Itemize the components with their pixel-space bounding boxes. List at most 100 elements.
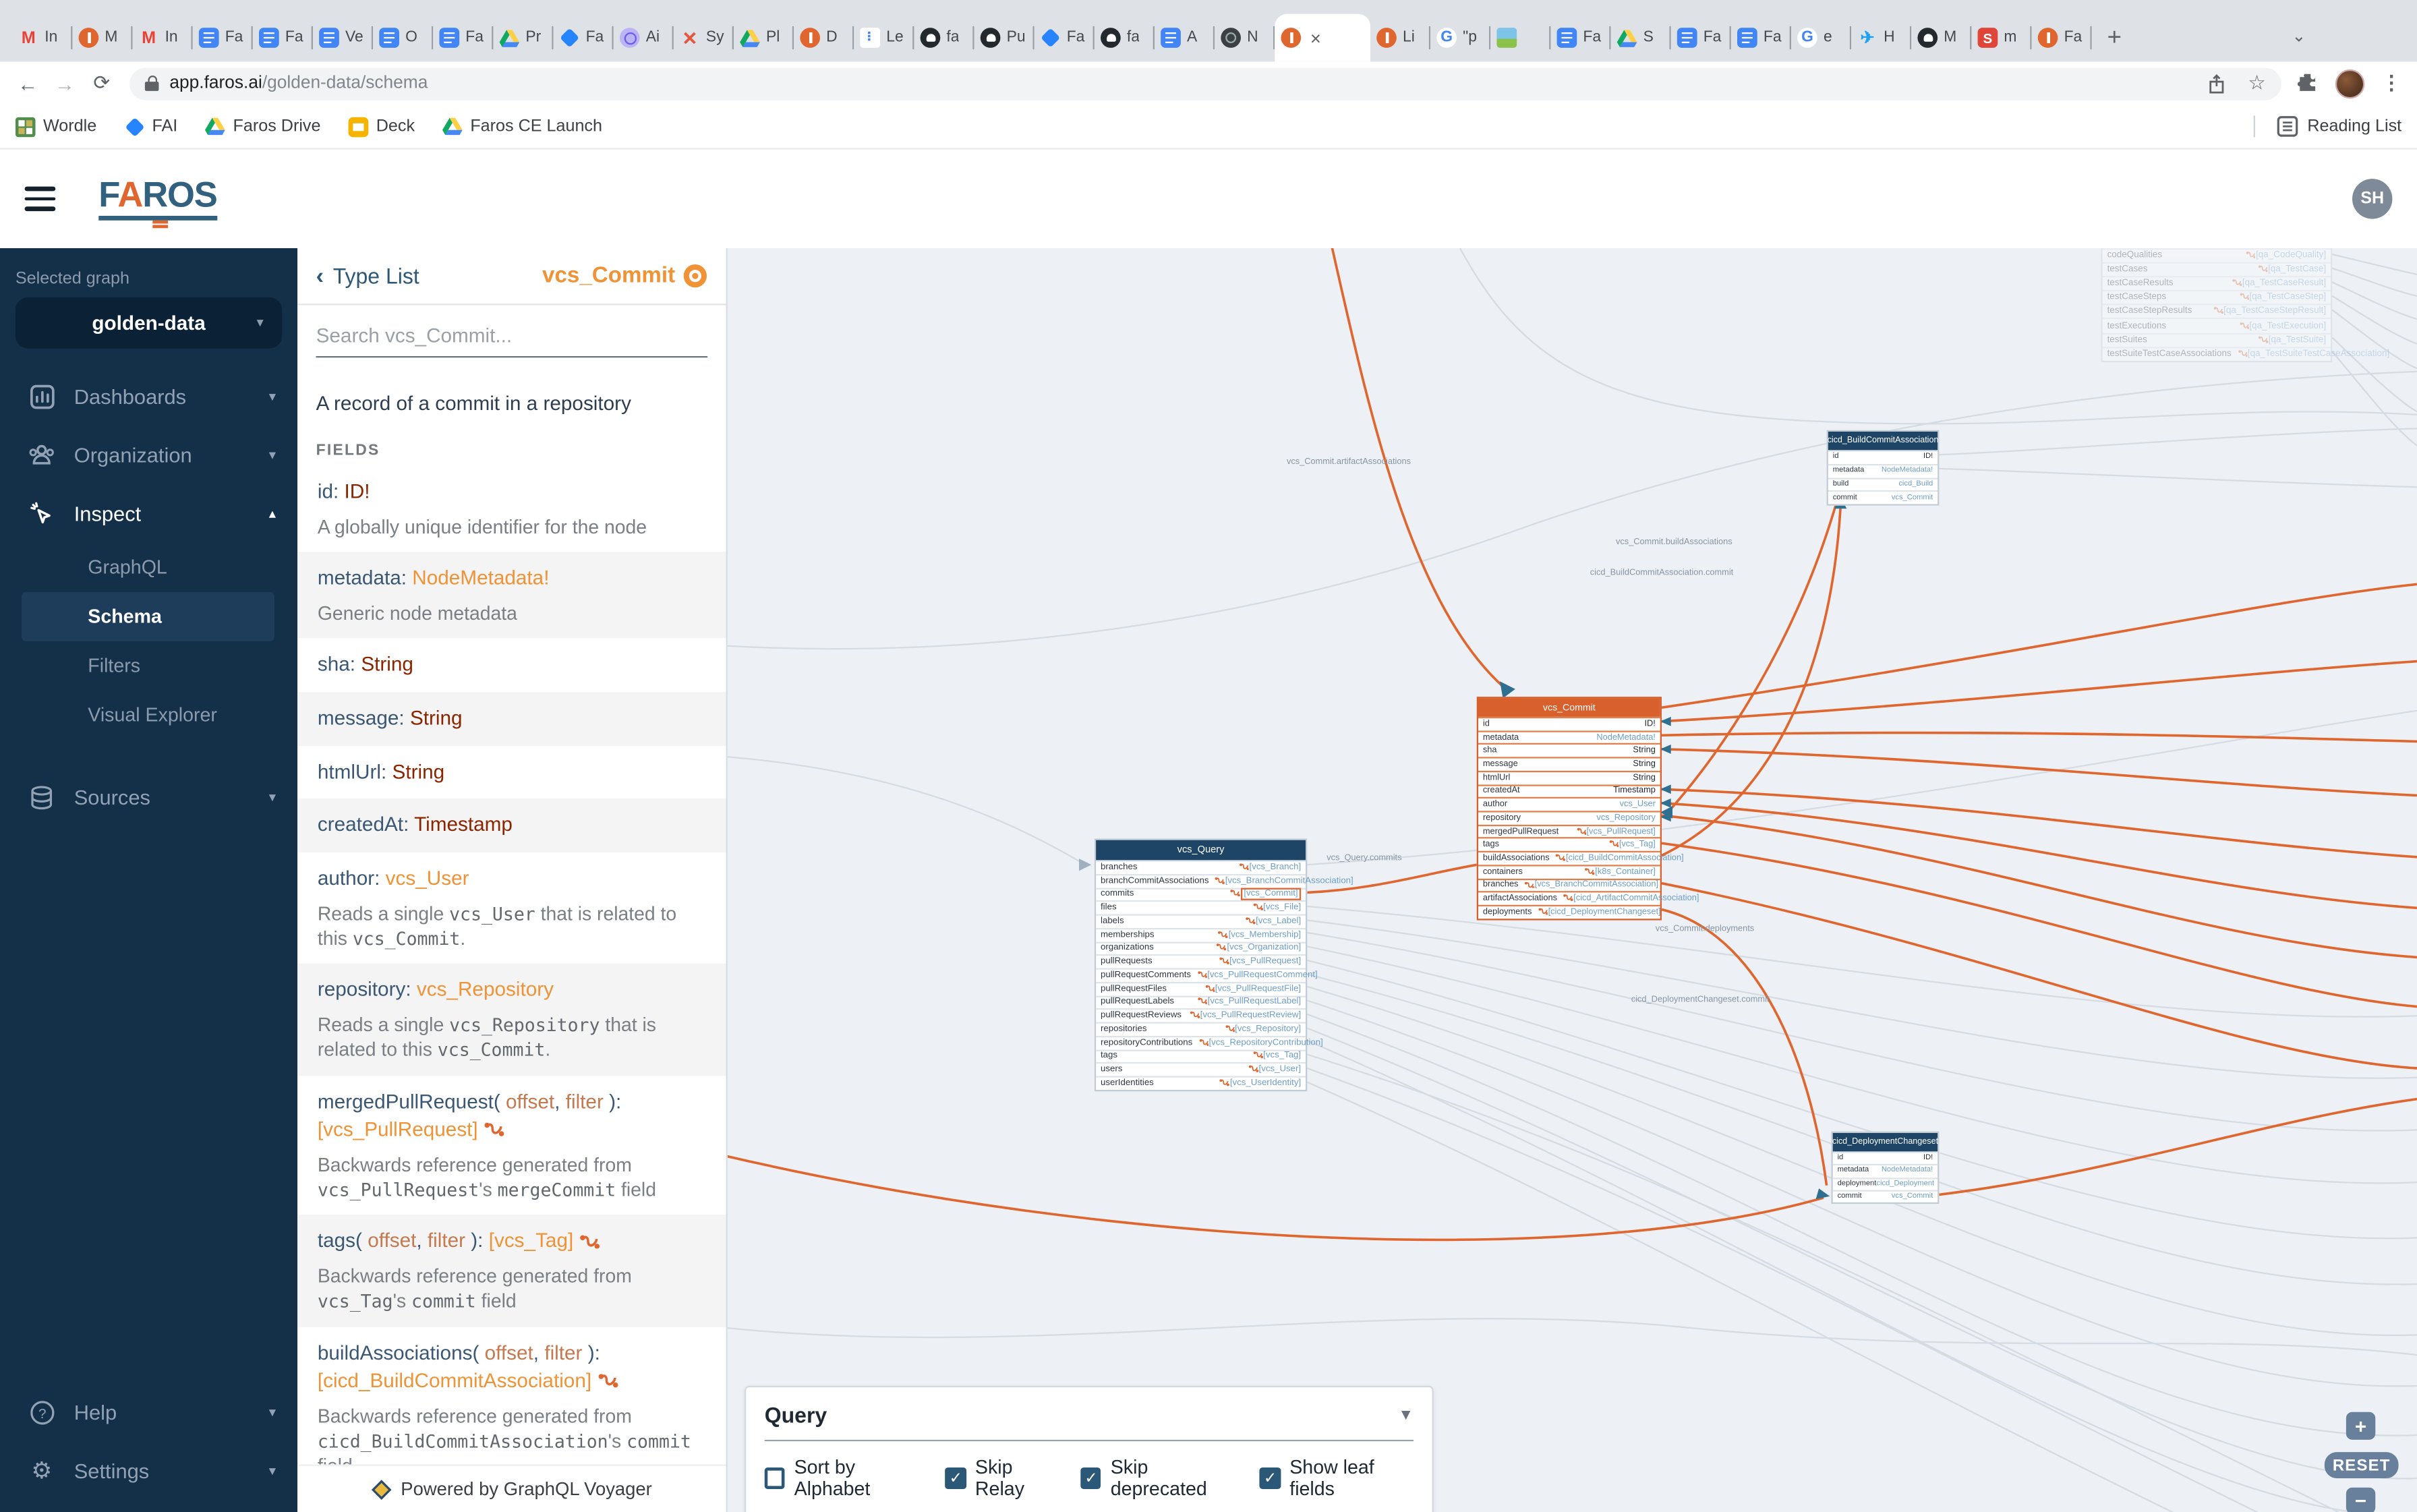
browser-tab[interactable]: M In — [133, 14, 193, 62]
node-field-branchCommitAssociations[interactable]: branchCommitAssociations [vcs_BranchCommi… — [1096, 873, 1353, 887]
browser-tab[interactable]: Fa — [1035, 14, 1095, 62]
node-field-testSuites[interactable]: testSuites [qa_TestSuite] — [2102, 332, 2331, 347]
menu-dots-icon[interactable]: ⋮ — [2381, 71, 2401, 96]
browser-tab[interactable]: Fa — [554, 14, 614, 62]
sidebar-item-help[interactable]: ? Help ▾ — [0, 1383, 297, 1441]
node-field-repositories[interactable]: repositories [vcs_Repository] — [1096, 1022, 1306, 1035]
node-field-organizations[interactable]: organizations [vcs_Organization] — [1096, 941, 1306, 954]
node-field-author[interactable]: author vcs_User — [1478, 797, 1660, 811]
field-row-metadata[interactable]: metadata: NodeMetadata! Generic node meta… — [297, 552, 726, 639]
field-row-repository[interactable]: repository: vcs_Repository Reads a single… — [297, 964, 726, 1076]
node-field-memberships[interactable]: memberships [vcs_Membership] — [1096, 927, 1306, 941]
bookmark-faros-ce-launch[interactable]: Faros CE Launch — [442, 117, 602, 137]
browser-tab[interactable]: Sm — [1971, 14, 2032, 62]
node-field-htmlUrl[interactable]: htmlUrl String — [1478, 770, 1660, 784]
node-field-metadata[interactable]: metadata NodeMetadata! — [1478, 730, 1660, 744]
node-field-repositoryContributions[interactable]: repositoryContributions [vcs_RepositoryCo… — [1096, 1035, 1323, 1049]
sidebar-item-graphql[interactable]: GraphQL — [0, 543, 297, 592]
field-row-message[interactable]: message: String — [297, 691, 726, 746]
back-button[interactable]: ← — [9, 71, 47, 94]
node-field-testCaseSteps[interactable]: testCaseSteps [qa_TestCaseStep] — [2102, 290, 2331, 304]
browser-tab[interactable]: Ge — [1791, 14, 1852, 62]
back-to-type-list[interactable]: ‹ Type List — [316, 263, 419, 289]
node-field-commit[interactable]: commit vcs_Commit — [1832, 1189, 1938, 1202]
browser-tab[interactable]: fa — [914, 14, 974, 62]
node-field-buildAssociations[interactable]: buildAssociations [cicd_BuildCommitAssoci… — [1478, 851, 1684, 865]
search-input[interactable] — [316, 320, 708, 358]
bookmark-fai[interactable]: FAI — [124, 116, 177, 137]
bookmark-wordle[interactable]: Wordle — [15, 116, 96, 137]
node-field-testCases[interactable]: testCases [qa_TestCase] — [2102, 262, 2331, 277]
forward-button[interactable]: → — [47, 71, 84, 94]
tab-search-chevron-icon[interactable]: ⌄ — [2292, 26, 2306, 46]
checkbox[interactable] — [764, 1467, 785, 1489]
profile-avatar[interactable] — [2335, 68, 2365, 98]
reading-list-label[interactable]: Reading List — [2307, 117, 2401, 136]
browser-tab[interactable]: D — [794, 14, 854, 62]
close-tab-icon[interactable]: × — [1310, 27, 1321, 49]
node-field-testSuiteTestCaseAssociations[interactable]: testSuiteTestCaseAssociations [qa_TestSui… — [2102, 346, 2389, 360]
faros-logo[interactable]: FAROS — [98, 177, 218, 229]
hamburger-menu-icon[interactable] — [24, 187, 56, 211]
sidebar-item-sources[interactable]: Sources ▾ — [0, 767, 297, 826]
checkbox[interactable]: ✓ — [945, 1467, 966, 1489]
field-row-tags[interactable]: tags( offset, filter ): [vcs_Tag] Backwar… — [297, 1215, 726, 1327]
sidebar-item-schema[interactable]: Schema — [21, 591, 274, 641]
node-field-createdAt[interactable]: createdAt Timestamp — [1478, 784, 1660, 797]
checkbox[interactable]: ✓ — [1260, 1467, 1281, 1489]
node-field-users[interactable]: users [vcs_User] — [1096, 1062, 1306, 1076]
node-field-metadata[interactable]: metadata NodeMetadata! — [1828, 463, 1938, 477]
node-field-deployments[interactable]: deployments [cicd_DeploymentChangeset] — [1478, 904, 1661, 919]
browser-tab[interactable]: Fa — [433, 14, 494, 62]
field-row-mergedPullRequest[interactable]: mergedPullRequest( offset, filter ): [vc… — [297, 1075, 726, 1215]
sidebar-item-organization[interactable]: Organization ▾ — [0, 426, 297, 484]
node-field-mergedPullRequest[interactable]: mergedPullRequest [vcs_PullRequest] — [1478, 824, 1660, 838]
node-field-id[interactable]: id ID! — [1828, 450, 1938, 463]
browser-tab[interactable]: M — [72, 14, 133, 62]
zoom-out-button[interactable]: − — [2346, 1487, 2376, 1512]
node-field-message[interactable]: message String — [1478, 757, 1660, 771]
node-field-deployment[interactable]: deployment cicd_Deployment — [1832, 1177, 1938, 1190]
graph-node-vcs_Query[interactable]: vcs_Query branches [vcs_Branch] branchCommi… — [1094, 838, 1353, 1091]
browser-tab[interactable]: ✕ Sy — [674, 14, 734, 62]
option-show-leaf-fields[interactable]: ✓ Show leaf fields — [1260, 1457, 1414, 1500]
node-field-id[interactable]: id ID! — [1832, 1151, 1938, 1164]
field-row-createdAt[interactable]: createdAt: Timestamp — [297, 799, 726, 853]
browser-tab[interactable]: A — [1155, 14, 1215, 62]
share-icon[interactable] — [2208, 73, 2226, 94]
reading-list-icon[interactable] — [2277, 115, 2298, 137]
graph-node-qa_Query[interactable]: qa_QuerycodeQualities[qa_CodeQuality]tes… — [2101, 248, 2389, 362]
sidebar-item-inspect[interactable]: Inspect ▴ — [0, 484, 297, 543]
bookmark-faros-drive[interactable]: Faros Drive — [205, 117, 320, 137]
node-field-tags[interactable]: tags [vcs_Tag] — [1478, 838, 1660, 851]
node-field-metadata[interactable]: metadata NodeMetadata! — [1832, 1164, 1938, 1177]
node-field-pullRequestReviews[interactable]: pullRequestReviews [vcs_PullRequestReview… — [1096, 1008, 1306, 1022]
node-field-branches[interactable]: branches [vcs_BranchCommitAssociation] — [1478, 877, 1660, 892]
browser-tab[interactable]: fa — [1095, 14, 1155, 62]
node-field-id[interactable]: id ID! — [1478, 716, 1660, 730]
node-field-files[interactable]: files [vcs_File] — [1096, 900, 1306, 914]
browser-tab[interactable]: Fa — [2032, 14, 2092, 62]
sidebar-item-dashboards[interactable]: Dashboards ▾ — [0, 367, 297, 426]
zoom-reset-button[interactable]: RESET — [2324, 1452, 2399, 1478]
node-field-artifactAssociations[interactable]: artifactAssociations [cicd_ArtifactCommit… — [1478, 891, 1699, 905]
browser-tab[interactable]: Fa — [193, 14, 253, 62]
option-skip-relay[interactable]: ✓ Skip Relay — [945, 1457, 1059, 1500]
bookmark-star-icon[interactable]: ☆ — [2248, 71, 2266, 96]
browser-tab[interactable]: N — [1215, 14, 1275, 62]
chevron-down-icon[interactable]: ▼ — [1398, 1407, 1414, 1424]
browser-tab[interactable]: Fa — [1671, 14, 1731, 62]
node-field-testExecutions[interactable]: testExecutions [qa_TestExecution] — [2102, 318, 2331, 332]
option-sort-by-alphabet[interactable]: Sort by Alphabet — [764, 1457, 924, 1500]
node-field-pullRequestLabels[interactable]: pullRequestLabels [vcs_PullRequestLabel] — [1096, 995, 1306, 1008]
field-row-id[interactable]: id: ID! A globally unique identifier for … — [297, 465, 726, 552]
node-field-testCaseResults[interactable]: testCaseResults [qa_TestCaseResult] — [2102, 276, 2331, 291]
graph-selector[interactable]: golden-data ▾ — [15, 297, 283, 349]
option-skip-deprecated[interactable]: ✓ Skip deprecated — [1080, 1457, 1239, 1500]
node-field-pullRequestComments[interactable]: pullRequestComments [vcs_PullRequestComme… — [1096, 968, 1318, 981]
node-field-pullRequests[interactable]: pullRequests [vcs_PullRequest] — [1096, 954, 1306, 968]
browser-tab[interactable]: ⠇ Le — [854, 14, 914, 62]
extensions-puzzle-icon[interactable] — [2297, 72, 2319, 94]
sidebar-item-filters[interactable]: Filters — [0, 641, 297, 691]
field-row-author[interactable]: author: vcs_User Reads a single vcs_User … — [297, 853, 726, 964]
